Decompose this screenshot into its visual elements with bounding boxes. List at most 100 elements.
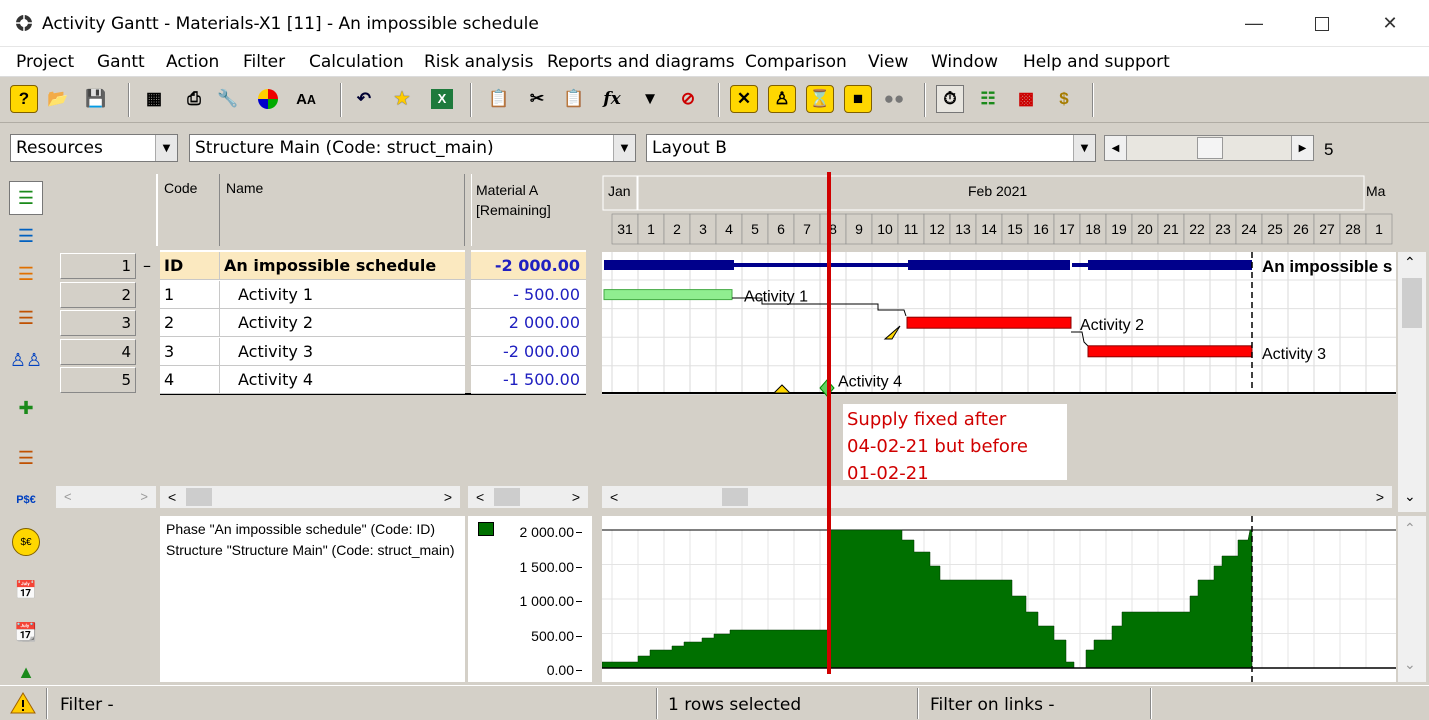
- slider-thumb[interactable]: [1197, 137, 1223, 159]
- add-resource-button[interactable]: ✚: [9, 391, 43, 425]
- cell-name[interactable]: An impossible schedule: [220, 252, 465, 280]
- minimize-button[interactable]: —: [1220, 0, 1288, 47]
- menu-action[interactable]: Action: [166, 52, 219, 72]
- slider-right-arrow-icon[interactable]: ▶: [1291, 136, 1313, 160]
- column-header-code[interactable]: Code: [160, 174, 220, 246]
- zoom-slider[interactable]: ◀ ▶: [1104, 135, 1314, 161]
- row-header-scrollbar[interactable]: < >: [56, 486, 156, 508]
- scroll-thumb[interactable]: [494, 488, 520, 506]
- tree-button[interactable]: ▲: [9, 655, 43, 689]
- excel-button[interactable]: X: [428, 85, 456, 113]
- menu-gantt[interactable]: Gantt: [97, 52, 145, 72]
- cell-code[interactable]: 3: [160, 337, 220, 366]
- row-expander[interactable]: [136, 367, 158, 394]
- copy-button[interactable]: 📋: [485, 85, 513, 113]
- row-expander[interactable]: –: [136, 253, 158, 279]
- row-number[interactable]: 2: [60, 281, 136, 308]
- menu-risk-analysis[interactable]: Risk analysis: [424, 52, 533, 72]
- table-row[interactable]: 4 3 Activity 3 -2 000.00: [56, 337, 586, 366]
- cell-material-remaining[interactable]: -2 000.00: [471, 252, 586, 280]
- cell-code[interactable]: ID: [160, 252, 220, 280]
- histogram-vertical-scrollbar[interactable]: ⌃ ⌄: [1398, 516, 1426, 682]
- row-number[interactable]: 1: [60, 253, 136, 279]
- undo-button[interactable]: ↶: [350, 85, 378, 113]
- paste-button[interactable]: 📋: [560, 85, 588, 113]
- calendar-button[interactable]: 📅: [9, 573, 43, 607]
- colors-button[interactable]: [254, 85, 282, 113]
- people-button[interactable]: ♙♙: [9, 343, 43, 377]
- resource-list-button[interactable]: ☰: [9, 219, 43, 253]
- menu-project[interactable]: Project: [16, 52, 74, 72]
- link-button[interactable]: ●●: [880, 85, 908, 113]
- material-list-button[interactable]: ☰: [9, 441, 43, 475]
- filter-button[interactable]: ▼: [636, 85, 664, 113]
- view-dropdown[interactable]: Resources ▼: [10, 134, 178, 162]
- gantt-timer-button[interactable]: ⏱: [936, 85, 964, 113]
- close-button[interactable]: ✕: [1356, 0, 1424, 47]
- table-row[interactable]: 5 4 Activity 4 -1 500.00: [56, 366, 586, 395]
- cell-code[interactable]: 4: [160, 366, 220, 395]
- cell-name[interactable]: Activity 4: [220, 366, 465, 395]
- gantt-view-button[interactable]: ☰: [9, 181, 43, 215]
- cell-material-remaining[interactable]: - 500.00: [471, 280, 586, 309]
- column-header-name[interactable]: Name: [220, 174, 465, 246]
- menu-window[interactable]: Window: [931, 52, 998, 72]
- material-column-scrollbar[interactable]: < >: [468, 486, 588, 508]
- network-button[interactable]: ☷: [974, 85, 1002, 113]
- cell-code[interactable]: 2: [160, 309, 220, 338]
- cell-name[interactable]: Activity 1: [220, 280, 465, 309]
- table-row[interactable]: 1– ID An impossible schedule -2 000.00: [56, 252, 586, 280]
- currency-button[interactable]: $€: [9, 525, 43, 559]
- resource-gantt-button[interactable]: ☰: [9, 257, 43, 291]
- row-expander[interactable]: [136, 338, 158, 365]
- layout-dropdown[interactable]: Layout B ▼: [646, 134, 1096, 162]
- menu-view[interactable]: View: [868, 52, 908, 72]
- cell-name[interactable]: Activity 2: [220, 309, 465, 338]
- maximize-button[interactable]: [1288, 0, 1356, 47]
- cell-name[interactable]: Activity 3: [220, 337, 465, 366]
- row-expander[interactable]: [136, 281, 158, 308]
- gantt-horizontal-scrollbar[interactable]: < >: [602, 486, 1392, 508]
- font-button[interactable]: AA: [292, 85, 320, 113]
- menu-reports[interactable]: Reports and diagrams: [547, 52, 735, 72]
- scroll-thumb[interactable]: [722, 488, 748, 506]
- menu-filter[interactable]: Filter: [243, 52, 285, 72]
- print-button[interactable]: ⎙: [180, 85, 208, 113]
- save-button[interactable]: 💾: [82, 85, 110, 113]
- cell-material-remaining[interactable]: -2 000.00: [471, 337, 586, 366]
- formula-button[interactable]: fx: [598, 85, 626, 113]
- resource-material-button[interactable]: ■: [844, 85, 872, 113]
- scroll-thumb[interactable]: [186, 488, 212, 506]
- cell-code[interactable]: 1: [160, 280, 220, 309]
- resource-hourglass-button[interactable]: ⌛: [806, 85, 834, 113]
- calendar-clock-button[interactable]: 📆: [9, 615, 43, 649]
- open-button[interactable]: 📂: [44, 85, 72, 113]
- row-number[interactable]: 4: [60, 338, 136, 365]
- favorite-button[interactable]: ★: [388, 85, 416, 113]
- gantt-vertical-scrollbar[interactable]: ⌃ ⌄: [1398, 252, 1426, 512]
- clear-filter-button[interactable]: ⊘: [674, 85, 702, 113]
- tools-button[interactable]: 🔧: [214, 85, 242, 113]
- resource-person-button[interactable]: ♙: [768, 85, 796, 113]
- cost-button[interactable]: $: [1050, 85, 1078, 113]
- table-row[interactable]: 3 2 Activity 22 000.00: [56, 309, 586, 338]
- columns-button[interactable]: ▦: [140, 85, 168, 113]
- cell-material-remaining[interactable]: -1 500.00: [471, 366, 586, 395]
- help-button[interactable]: ?: [10, 85, 38, 113]
- table-row[interactable]: 2 1 Activity 1- 500.00: [56, 280, 586, 309]
- resource-run-button[interactable]: ✕: [730, 85, 758, 113]
- cut-button[interactable]: ✂: [523, 85, 551, 113]
- resource-chart-button[interactable]: ▩: [1012, 85, 1040, 113]
- name-column-scrollbar[interactable]: < >: [160, 486, 460, 508]
- menu-help[interactable]: Help and support: [1023, 52, 1170, 72]
- menu-calculation[interactable]: Calculation: [309, 52, 404, 72]
- row-expander[interactable]: [136, 310, 158, 337]
- row-number[interactable]: 5: [60, 367, 136, 394]
- row-number[interactable]: 3: [60, 310, 136, 337]
- cost-view-button[interactable]: P$€: [9, 483, 43, 517]
- assign-button[interactable]: ☰: [9, 301, 43, 335]
- warning-icon[interactable]: [10, 692, 36, 714]
- column-header-material[interactable]: Material A [Remaining]: [471, 174, 586, 246]
- slider-left-arrow-icon[interactable]: ◀: [1105, 136, 1127, 160]
- scroll-thumb[interactable]: [1402, 278, 1422, 328]
